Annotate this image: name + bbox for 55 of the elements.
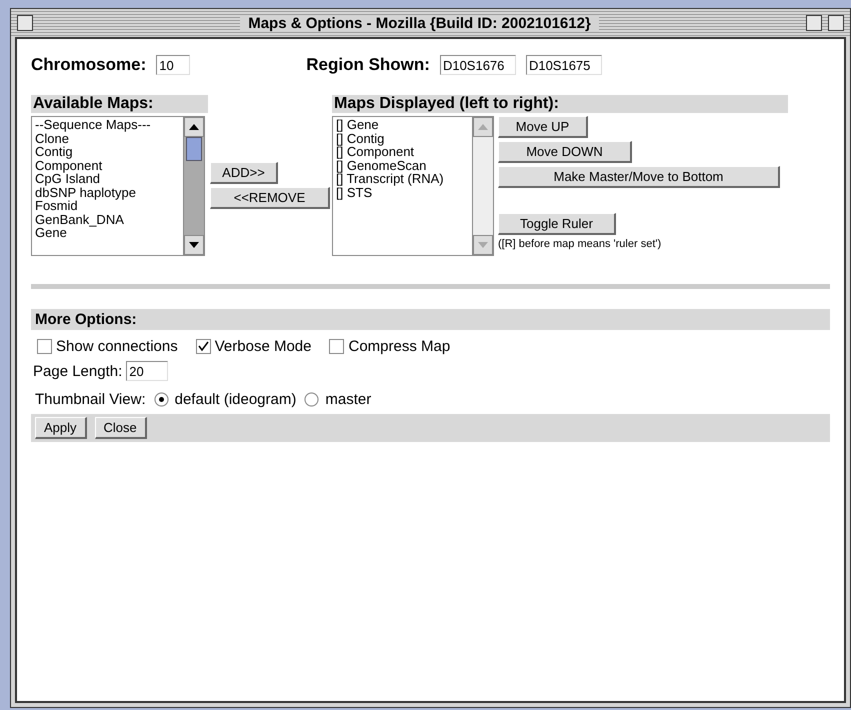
checkbox-label: Verbose Mode <box>214 338 312 355</box>
radio-label: default (ideogram) <box>174 391 296 408</box>
chromosome-field[interactable]: 10 <box>156 55 190 75</box>
checkbox-label: Show connections <box>56 338 178 355</box>
chromosome-label: Chromosome: <box>31 55 146 75</box>
radio-button[interactable] <box>154 392 169 407</box>
list-item[interactable]: --Sequence Maps--- <box>35 118 180 132</box>
available-maps-list[interactable]: --Sequence Maps--- Clone Contig Component CpG Island dbSNP haplotype Fosmid GenBank_DNA Gene <box>31 116 205 256</box>
region-start-field[interactable]: D10S1676 <box>440 55 516 75</box>
list-item[interactable]: [] Gene <box>336 118 469 132</box>
checkbox-label: Compress Map <box>348 338 450 355</box>
ruler-note: ([R] before map means 'ruler set') <box>498 238 662 250</box>
radio-button[interactable] <box>304 392 320 407</box>
list-item[interactable]: [] Transcript (RNA) <box>336 172 469 186</box>
list-item[interactable]: [] Component <box>336 145 469 158</box>
page-length-field[interactable]: 20 <box>126 361 168 381</box>
checkbox[interactable] <box>196 339 211 354</box>
list-item[interactable]: [] STS <box>336 186 469 199</box>
list-item[interactable]: dbSNP haplotype <box>35 186 180 199</box>
scroll-up-icon[interactable] <box>184 117 204 137</box>
list-item[interactable]: CpG Island <box>35 172 180 186</box>
close-button[interactable]: Close <box>94 417 147 439</box>
remove-button[interactable]: <<REMOVE <box>210 187 330 209</box>
more-options-heading: More Options: <box>31 309 830 330</box>
list-item[interactable]: [] GenomeScan <box>336 158 469 172</box>
available-maps-heading: Available Maps: <box>31 95 208 113</box>
list-item[interactable]: Component <box>35 158 180 172</box>
maps-displayed-heading: Maps Displayed (left to right): <box>332 95 788 113</box>
toggle-ruler-button[interactable]: Toggle Ruler <box>498 213 616 235</box>
list-item[interactable]: Clone <box>35 132 180 145</box>
list-item[interactable]: Gene <box>35 226 180 240</box>
thumbnail-view-label: Thumbnail View: <box>35 391 146 408</box>
apply-button[interactable]: Apply <box>35 417 87 439</box>
move-down-button[interactable]: Move DOWN <box>498 141 632 163</box>
maps-displayed-list[interactable]: [] Gene [] Contig [] Component [] GenomeScan [] Transcript (RNA) [] STS <box>332 116 494 256</box>
region-end-field[interactable]: D10S1675 <box>526 55 602 75</box>
checkbox[interactable] <box>37 339 52 354</box>
list-item[interactable]: Fosmid <box>35 199 180 212</box>
make-master-button[interactable]: Make Master/Move to Bottom <box>498 166 780 188</box>
list-item[interactable]: GenBank_DNA <box>35 212 180 226</box>
add-button[interactable]: ADD>> <box>210 162 278 184</box>
list-item[interactable]: [] Contig <box>336 132 469 145</box>
zoom-box-icon[interactable] <box>806 15 822 31</box>
scroll-down-icon[interactable] <box>184 235 204 255</box>
list-item[interactable]: Contig <box>35 145 180 158</box>
scroll-thumb[interactable] <box>186 137 202 161</box>
page-length-label: Page Length: <box>33 362 122 380</box>
close-box-icon[interactable] <box>17 15 33 31</box>
checkbox[interactable] <box>329 339 344 354</box>
region-label: Region Shown: <box>306 55 430 75</box>
radio-label: master <box>325 391 372 408</box>
collapse-box-icon[interactable] <box>828 15 844 31</box>
window-title: Maps & Options - Mozilla {Build ID: 2002101612} <box>240 14 599 32</box>
move-up-button[interactable]: Move UP <box>498 116 588 138</box>
scrollbar[interactable] <box>183 117 204 255</box>
